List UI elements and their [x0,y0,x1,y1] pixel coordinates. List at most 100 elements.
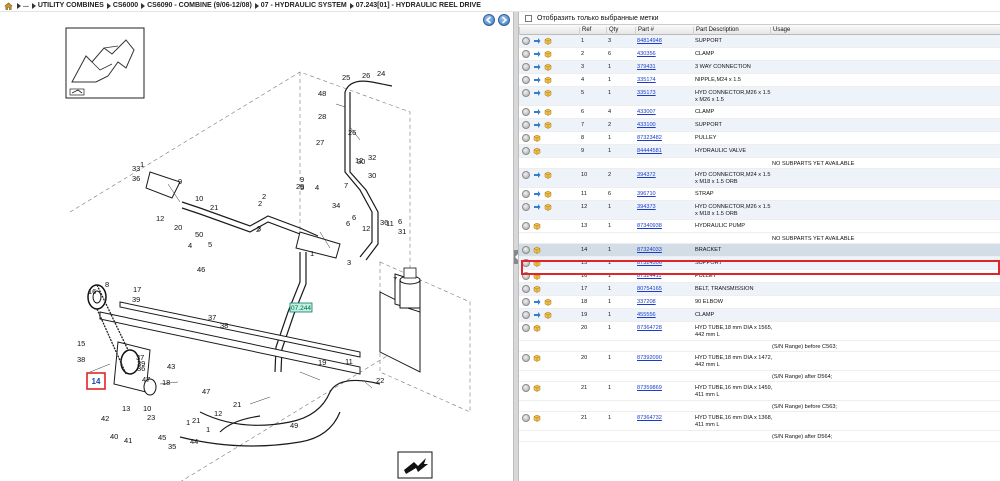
package-icon[interactable] [533,147,541,155]
callout-label[interactable]: 23 [147,413,155,422]
package-icon[interactable] [533,134,541,142]
callout-label[interactable]: 33 [132,164,140,173]
parts-row[interactable]: 20 1 87392090 HYD TUBE,18 mm DIA x 1472, 44… [519,352,1000,371]
row-part-number-link[interactable]: 337208 [637,299,656,306]
add-to-cart-icon[interactable] [522,134,530,142]
callout-label[interactable]: 20 [174,223,182,232]
callout-label[interactable]: 12 [156,214,164,223]
add-to-cart-icon[interactable] [522,190,530,198]
row-part-number-link[interactable]: 87392090 [637,355,662,362]
thumbnail-inset[interactable] [65,27,145,99]
row-part-number-link[interactable]: 84814948 [637,38,662,45]
callout-label[interactable]: 6 [352,213,356,222]
callout-label[interactable]: 8 [105,280,109,289]
callout-label[interactable]: 4 [188,241,192,250]
row-part-number-link[interactable]: 87324033 [637,247,662,254]
parts-row[interactable]: 9 1 84444581 HYDRAULIC VALVE [519,145,1000,158]
package-icon[interactable] [533,272,541,280]
parts-row[interactable]: 21 1 87359869 HYD TUBE,16 mm DIA x 1459, 41… [519,382,1000,401]
row-part-number-link[interactable]: 396710 [637,191,656,198]
callout-label[interactable]: 39 [132,295,140,304]
callout-label[interactable]: 2 [256,225,260,234]
row-part-number-link[interactable]: 87323482 [637,135,662,142]
breadcrumb-item[interactable]: ... [17,2,29,9]
add-to-cart-icon[interactable] [522,203,530,211]
home-icon[interactable] [4,2,13,10]
package-icon[interactable] [533,324,541,332]
parts-row[interactable]: 18 1 337208 90 ELBOW [519,296,1000,309]
col-description[interactable]: Part Description [693,27,770,35]
add-to-cart-icon[interactable] [522,63,530,71]
row-part-number-link[interactable]: 87364732 [637,415,662,422]
add-to-cart-icon[interactable] [522,414,530,422]
substitution-arrow-icon[interactable] [533,121,541,129]
col-part[interactable]: Part # [635,27,693,35]
substitution-arrow-icon[interactable] [533,190,541,198]
substitution-arrow-icon[interactable] [533,50,541,58]
add-to-cart-icon[interactable] [522,246,530,254]
callout-label[interactable]: 1 [186,418,190,427]
package-icon[interactable] [533,384,541,392]
row-part-number-link[interactable]: 433100 [637,122,656,129]
callout-label[interactable]: 6 [398,217,402,226]
callout-label[interactable]: 47 [142,375,150,384]
row-part-number-link[interactable]: 87324306 [637,260,662,267]
row-part-number-link[interactable]: 394373 [637,204,656,211]
callout-label[interactable]: 10 [143,404,151,413]
add-to-cart-icon[interactable] [522,121,530,129]
parts-row[interactable]: 6 4 433007 CLAMP [519,106,1000,119]
package-icon[interactable] [544,63,552,71]
callout-label[interactable]: 44 [190,437,198,446]
add-to-cart-icon[interactable] [522,285,530,293]
row-part-number-link[interactable]: 87364728 [637,325,662,332]
callout-label[interactable]: 35 [168,442,176,451]
callout-label[interactable]: 22 [376,376,384,385]
callout-label[interactable]: 49 [290,421,298,430]
diagram-pane[interactable]: 07.244 14 1 2 3 4 5 6 7 8 9 10 11 12 13 15 16 17 18 19 20 2… [0,12,513,481]
callout-label[interactable]: 26 [362,71,370,80]
breadcrumb-item[interactable]: CS6090 - COMBINE (9/06-12/08) [141,2,252,9]
callout-label[interactable]: 2 [262,192,266,201]
breadcrumb-item[interactable]: 07 - HYDRAULIC SYSTEM [254,2,347,9]
substitution-arrow-icon[interactable] [533,89,541,97]
breadcrumb-item[interactable]: UTILITY COMBINES [31,2,104,9]
col-usage[interactable]: Usage [770,27,1000,35]
package-icon[interactable] [544,37,552,45]
package-icon[interactable] [544,171,552,179]
row-part-number-link[interactable]: 335174 [637,77,656,84]
parts-row[interactable]: 13 1 87340938 HYDRAULIC PUMP [519,220,1000,233]
callout-label[interactable]: 32 [368,153,376,162]
callout-label[interactable]: 4 [315,183,319,192]
callout-label[interactable]: 24 [377,69,385,78]
callout-label[interactable]: 27 [316,138,324,147]
add-to-cart-icon[interactable] [522,147,530,155]
add-to-cart-icon[interactable] [522,384,530,392]
package-icon[interactable] [533,259,541,267]
callout-label[interactable]: 7 [393,275,397,284]
row-part-number-link[interactable]: 87324411 [637,273,661,280]
parts-row[interactable]: 12 1 394373 HYD CONNECTOR,M26 x 1.5 x M18 x… [519,201,1000,220]
add-to-cart-icon[interactable] [522,108,530,116]
callout-label[interactable]: 7 [344,181,348,190]
package-icon[interactable] [533,246,541,254]
callout-label[interactable]: 1 [310,249,314,258]
callout-label[interactable]: 6 [346,219,350,228]
callout-label[interactable]: 12 [214,409,222,418]
package-icon[interactable] [544,76,552,84]
callout-label[interactable]: 28 [318,112,326,121]
callout-label[interactable]: 26 [348,128,356,137]
parts-row[interactable]: 15 1 87324306 SUPPORT [519,257,1000,270]
collapse-handle[interactable] [514,250,518,264]
callout-label[interactable]: 41 [124,436,132,445]
row-part-number-link[interactable]: 84444581 [637,148,662,155]
parts-row[interactable]: 7 2 433100 SUPPORT [519,119,1000,132]
show-selected-only-checkbox[interactable] [525,14,532,22]
parts-row[interactable]: 3 1 379431 3 WAY CONNECTION [519,61,1000,74]
callout-label[interactable]: 30 [357,157,365,166]
callout-label[interactable]: 13 [122,404,130,413]
callout-label[interactable]: 31 [398,227,406,236]
package-icon[interactable] [544,190,552,198]
col-qty[interactable]: Qty [606,27,635,35]
callout-label[interactable]: 16 [88,287,96,296]
row-part-number-link[interactable]: 80754165 [637,286,662,293]
